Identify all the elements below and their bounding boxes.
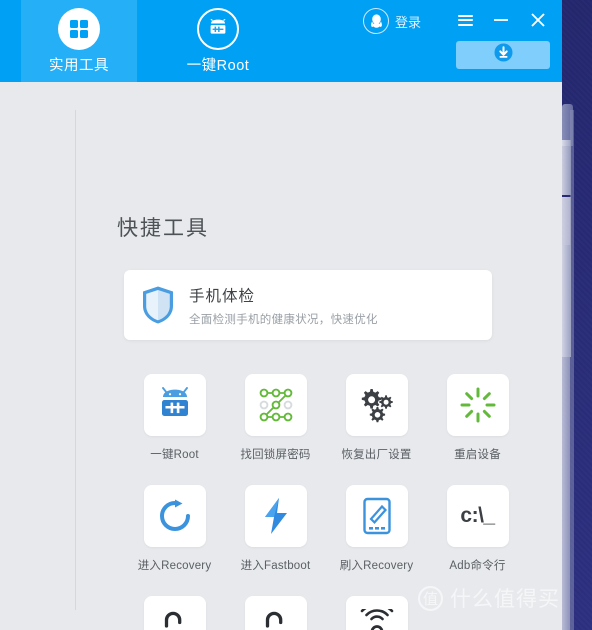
wifi-key-icon	[345, 596, 408, 630]
gears-icon	[345, 374, 408, 436]
tool-label: 找回锁屏密码	[240, 449, 311, 461]
login-button[interactable]: 登录	[363, 8, 421, 34]
main-content: 快捷工具 手机体检 全面检测手机的健康状况，快速优化 一键Root 找回锁屏密码…	[0, 82, 562, 630]
tool-item-flash-recovery[interactable]: 刷入Recovery	[326, 485, 427, 573]
tab-one-key-root[interactable]: 一键Root	[160, 0, 276, 82]
tool-item-one-key-root[interactable]: 一键Root	[124, 374, 225, 462]
tool-item-recover-lock-password[interactable]: 找回锁屏密码	[225, 374, 326, 462]
hamburger-menu-icon[interactable]	[452, 8, 478, 32]
android-robot-icon	[197, 7, 239, 50]
htc-unlock-icon: htc	[143, 596, 206, 630]
tool-label: 进入Recovery	[137, 560, 212, 572]
card-description: 全面检测手机的健康状况，快速优化	[189, 313, 378, 326]
tab-utility-tools[interactable]: 实用工具	[21, 0, 137, 82]
background-window-edge	[570, 110, 574, 630]
tool-item-restart-device[interactable]: 重启设备	[427, 374, 528, 462]
tool-item-enter-fastboot[interactable]: 进入Fastboot	[225, 485, 326, 573]
tool-label: 恢复出厂设置	[341, 449, 412, 461]
download-button[interactable]	[456, 41, 550, 69]
tool-label: 进入Fastboot	[240, 560, 311, 572]
shield-icon	[141, 285, 175, 325]
divider	[75, 110, 76, 610]
phone-checkup-card[interactable]: 手机体检 全面检测手机的健康状况，快速优化	[124, 270, 492, 340]
tool-item-wifi-master-key[interactable]: WiFi万能钥匙	[326, 596, 427, 630]
close-icon[interactable]	[525, 8, 551, 32]
tab-label: 实用工具	[49, 57, 109, 74]
qq-penguin-avatar-icon	[363, 8, 389, 34]
card-title: 手机体检	[189, 287, 256, 305]
login-label: 登录	[395, 14, 422, 30]
sony-unlock-icon: SONY	[244, 596, 307, 630]
pattern-lock-icon	[244, 374, 307, 436]
tool-item-htc-unlock[interactable]: htc HTC解锁工具	[124, 596, 225, 630]
tool-label: 刷入Recovery	[339, 560, 414, 572]
restart-burst-icon	[446, 374, 509, 436]
page-title: 快捷工具	[117, 217, 209, 240]
tool-item-adb-command-line[interactable]: c:\_ Adb命令行	[427, 485, 528, 573]
application-window: 实用工具 一键Root 登录 快捷工具 手机体检 全面检测手机的健康状况，快速优…	[0, 0, 562, 630]
title-bar: 实用工具 一键Root 登录	[0, 0, 562, 82]
grid-icon	[58, 7, 100, 50]
tab-label: 一键Root	[186, 57, 250, 74]
download-circle-icon	[494, 43, 513, 67]
tool-label: 重启设备	[454, 449, 501, 461]
background-window-edge	[561, 245, 570, 630]
phone-pencil-icon	[345, 485, 408, 547]
lightning-bolt-icon	[244, 485, 307, 547]
tool-label: Adb命令行	[449, 560, 506, 572]
android-robot-icon	[143, 374, 206, 436]
tool-item-enter-recovery[interactable]: 进入Recovery	[124, 485, 225, 573]
tool-item-sony-unlock[interactable]: SONY SONY解锁工具	[225, 596, 326, 630]
refresh-arrow-icon	[143, 485, 206, 547]
tool-label: 一键Root	[150, 449, 199, 461]
minimize-icon[interactable]	[488, 8, 514, 32]
tool-item-factory-reset[interactable]: 恢复出厂设置	[326, 374, 427, 462]
command-prompt-icon: c:\_	[446, 485, 509, 547]
tool-grid: 一键Root 找回锁屏密码 恢复出厂设置 重启设备 进入Recovery 进入F…	[124, 374, 509, 630]
